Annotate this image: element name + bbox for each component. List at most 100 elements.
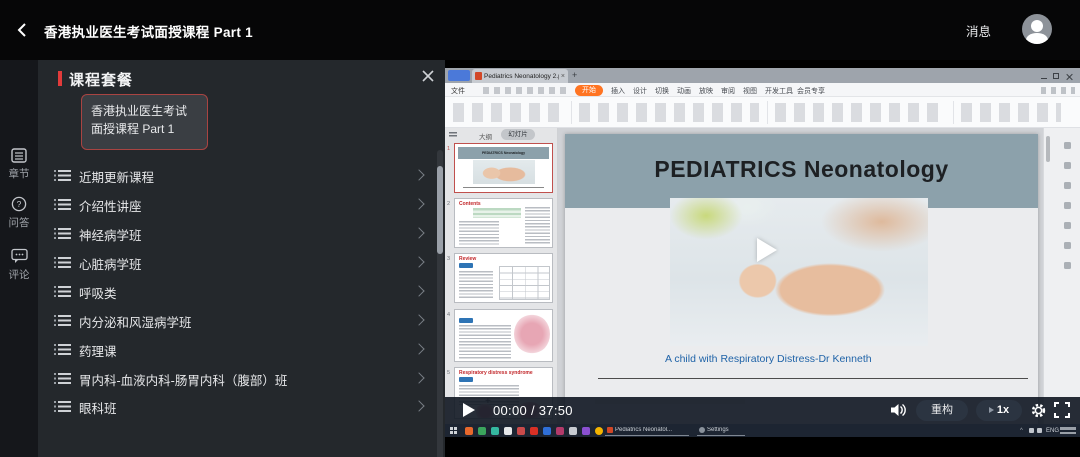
ribbon-icon-group [453, 103, 563, 122]
taskbar-app-icon [517, 427, 525, 435]
taskbar-app-icon [543, 427, 551, 435]
active-course-card[interactable]: 香港执业医生考试面授课程 Part 1 [81, 94, 208, 150]
chevron-right-icon [413, 256, 424, 267]
wps-app-icon [607, 427, 613, 433]
list-icon [58, 228, 71, 239]
wps-side-icon [1064, 162, 1071, 169]
wps-tab-bar: Pediatrics Neonatology 2.pptx × + [445, 68, 1080, 83]
active-course-label: 香港执业医生考试面授课程 Part 1 [91, 104, 187, 136]
chapter-label: 胃内科-血液内科-肠胃内科（腹部）班 [79, 370, 287, 389]
messages-link[interactable]: 消息 [966, 21, 991, 40]
close-icon[interactable] [420, 68, 436, 84]
rail-item-chapters[interactable]: 章节 [0, 148, 38, 181]
mini-baby-image [473, 160, 535, 184]
panel-title: 课程套餐 [69, 69, 133, 90]
comment-icon [11, 248, 28, 264]
panel-scrollbar-thumb[interactable] [437, 166, 443, 254]
mini-text-lines [459, 271, 493, 299]
wps-side-icon [1064, 242, 1071, 249]
ribbon-divider [767, 101, 768, 124]
rebuild-button[interactable]: 重构 [916, 400, 968, 421]
slide-divider-line [598, 378, 1028, 379]
chapter-item[interactable]: 介绍性讲座 [38, 195, 445, 217]
slide-number: 5 [447, 370, 450, 376]
mini-banner: PEDIATRICS Neonatology [458, 147, 549, 159]
slide-number: 2 [447, 201, 450, 207]
chapter-item[interactable]: 心脏病学班 [38, 253, 445, 275]
mini-anatomy-figure [514, 314, 550, 354]
rail-item-comments[interactable]: 评论 [0, 248, 38, 282]
speed-label: 1x [997, 404, 1009, 416]
slide-title: PEDIATRICS Neonatology [565, 156, 1038, 183]
taskbar-window-title: Settings [707, 427, 729, 433]
chapter-item[interactable]: 近期更新课程 [38, 166, 445, 188]
list-icon [58, 257, 71, 268]
main-slide: PEDIATRICS Neonatology A child with Resp… [565, 134, 1038, 424]
video-frame-wps-recording: Pediatrics Neonatology 2.pptx × + 文件 开始 … [445, 68, 1080, 437]
rail-label-qa: 问答 [0, 215, 38, 230]
taskbar-window-pediatrics: Pediatrics Neonatol... [605, 425, 689, 436]
mini-text-lines [459, 325, 511, 359]
taskbar-app-icon [504, 427, 512, 435]
wps-right-toolbar [1043, 128, 1080, 424]
user-avatar[interactable] [1022, 14, 1052, 44]
panel-accent-bar [58, 71, 62, 86]
wps-menu-row: 文件 开始 插入 设计 切换 动画 放映 审阅 视图 开发工具 会员专享 [445, 83, 1080, 97]
baby-photo [670, 198, 928, 346]
taskbar-app-icon [491, 427, 499, 435]
chevron-right-icon [413, 343, 424, 354]
taskbar-app-icon [530, 427, 538, 435]
course-package-panel: 课程套餐 香港执业医生考试面授课程 Part 1 近期更新课程 介绍性讲座 神经… [38, 60, 445, 457]
mini-slide-title: PEDIATRICS Neonatology [458, 147, 549, 159]
mini-slide-title: Review [455, 254, 552, 262]
window-close-icon [1066, 73, 1073, 80]
ribbon-tab: 插入 [611, 86, 625, 96]
back-icon[interactable] [12, 19, 34, 41]
chapter-item[interactable]: 胃内科-血液内科-肠胃内科（腹部）班 [38, 369, 445, 391]
windows-start-icon [450, 427, 457, 434]
side-rail: 章节 ? 问答 评论 [0, 60, 38, 457]
chapter-label: 药理课 [79, 341, 117, 360]
wps-scrollbar-thumb [1046, 136, 1050, 162]
volume-icon[interactable] [890, 402, 907, 418]
rail-item-qa[interactable]: ? 问答 [0, 196, 38, 230]
chapter-item[interactable]: 药理课 [38, 340, 445, 362]
quick-access-toolbar [483, 87, 571, 94]
new-tab-icon: + [572, 71, 577, 80]
top-bar: 香港执业医生考试面授课程 Part 1 消息 [0, 0, 1080, 60]
chevron-right-icon [413, 227, 424, 238]
slide-number: 1 [447, 146, 450, 152]
play-button[interactable] [463, 403, 475, 417]
playback-speed-button[interactable]: 1x [976, 400, 1022, 421]
chapter-item[interactable]: 眼科班 [38, 397, 445, 419]
chapter-item[interactable]: 呼吸类 [38, 282, 445, 304]
ribbon-tab: 开发工具 [765, 86, 793, 96]
ribbon-tab: 动画 [677, 86, 691, 96]
video-player[interactable]: Pediatrics Neonatology 2.pptx × + 文件 开始 … [445, 60, 1080, 457]
fullscreen-icon[interactable] [1054, 402, 1070, 418]
ribbon-tab-start: 开始 [575, 85, 603, 96]
ppt-file-icon [475, 72, 482, 80]
wps-side-icon [1064, 182, 1071, 189]
taskbar-window-settings: Settings [697, 425, 745, 436]
chevron-right-icon [413, 400, 424, 411]
tab-close-icon: × [561, 73, 565, 80]
chapters-icon [11, 148, 27, 163]
tray-chevron-icon: ^ [1020, 428, 1023, 434]
slide-thumbnail-2: Contents [454, 198, 553, 248]
chapter-item[interactable]: 神经病学班 [38, 224, 445, 246]
wps-document-tab: Pediatrics Neonatology 2.pptx × [472, 69, 568, 83]
taskbar-app-icon [556, 427, 564, 435]
ribbon-icon-group [961, 103, 1061, 122]
chapter-item[interactable]: 内分泌和风湿病学班 [38, 311, 445, 333]
ribbon-divider [953, 101, 954, 124]
wps-side-icon [1064, 222, 1071, 229]
settings-gear-icon[interactable] [1030, 402, 1047, 419]
slide-number: 4 [447, 312, 450, 318]
ribbon-icon-group [775, 103, 945, 122]
ribbon-tab: 审阅 [721, 86, 735, 96]
menu-right-tools [1041, 87, 1075, 94]
mini-text-lines [525, 207, 550, 245]
taskbar-app-icon [582, 427, 590, 435]
avatar-body-icon [1026, 33, 1048, 44]
